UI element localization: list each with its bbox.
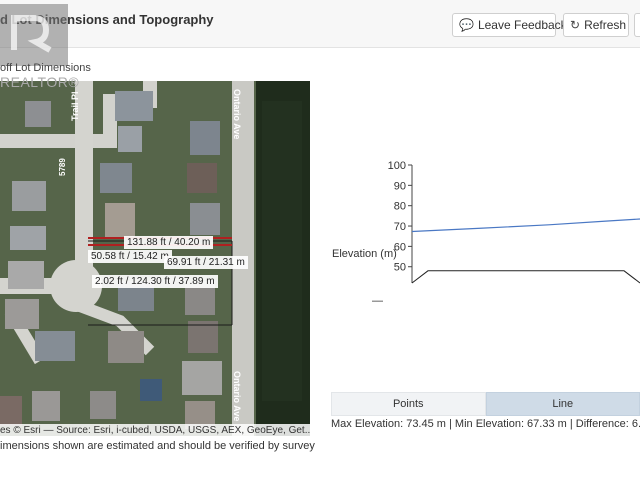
realtor-logo: REALTOR® (0, 4, 79, 90)
y-tick-label: 100 (388, 160, 406, 172)
terrain-profile (411, 270, 640, 284)
more-button[interactable] (634, 13, 640, 37)
refresh-icon: ↻ (570, 18, 581, 32)
street-label: Ontario Ave (232, 371, 242, 422)
y-axis-label: Elevation (m) (332, 248, 397, 260)
elevation-chart: 50 60 70 80 90 100 Elevation (m) (320, 150, 640, 310)
tab-points[interactable]: Points (331, 392, 486, 416)
street-label: Ontario Ave (232, 89, 242, 140)
chart-tabs: Points Line (331, 392, 640, 416)
chart-legend-mark: — (372, 295, 383, 307)
elevation-chart-svg: 5060708090100Elevation (m) (332, 160, 640, 284)
y-tick-label: 50 (394, 262, 406, 274)
realtor-logo-mark (0, 4, 68, 66)
leave-feedback-label: Leave Feedback (477, 18, 567, 32)
map-heading: off Lot Dimensions (0, 62, 91, 74)
street-label: Trail Pl (70, 91, 80, 121)
dimension-label: 131.88 ft / 40.20 m (124, 236, 214, 249)
refresh-button[interactable]: ↻ Refresh (563, 13, 629, 37)
lot-map[interactable]: 131.88 ft / 40.20 m 50.58 ft / 15.42 m 6… (0, 81, 310, 436)
header-bar: d Lot Dimensions and Topography 💬 Leave … (0, 0, 640, 48)
tab-line[interactable]: Line (485, 392, 640, 416)
realtor-logo-text: REALTOR® (0, 74, 80, 90)
elevation-series-line (411, 218, 640, 233)
dimension-label: 2.02 ft / 124.30 ft / 37.89 m (92, 275, 218, 288)
map-attribution: es © Esri — Source: Esri, i-cubed, USDA,… (0, 424, 310, 438)
house-number: 5789 (58, 158, 67, 176)
y-tick-label: 70 (394, 221, 406, 233)
leave-feedback-button[interactable]: 💬 Leave Feedback (452, 13, 567, 37)
y-tick-label: 90 (394, 180, 406, 192)
dimension-label: 69.91 ft / 21.31 m (164, 256, 248, 269)
comment-icon: 💬 (459, 18, 474, 32)
dimension-label: 50.58 ft / 15.42 m (88, 250, 172, 263)
survey-note: imensions shown are estimated and should… (0, 440, 315, 452)
y-tick-label: 80 (394, 201, 406, 213)
elevation-stats: Max Elevation: 73.45 m | Min Elevation: … (331, 418, 640, 430)
refresh-label: Refresh (584, 18, 627, 32)
